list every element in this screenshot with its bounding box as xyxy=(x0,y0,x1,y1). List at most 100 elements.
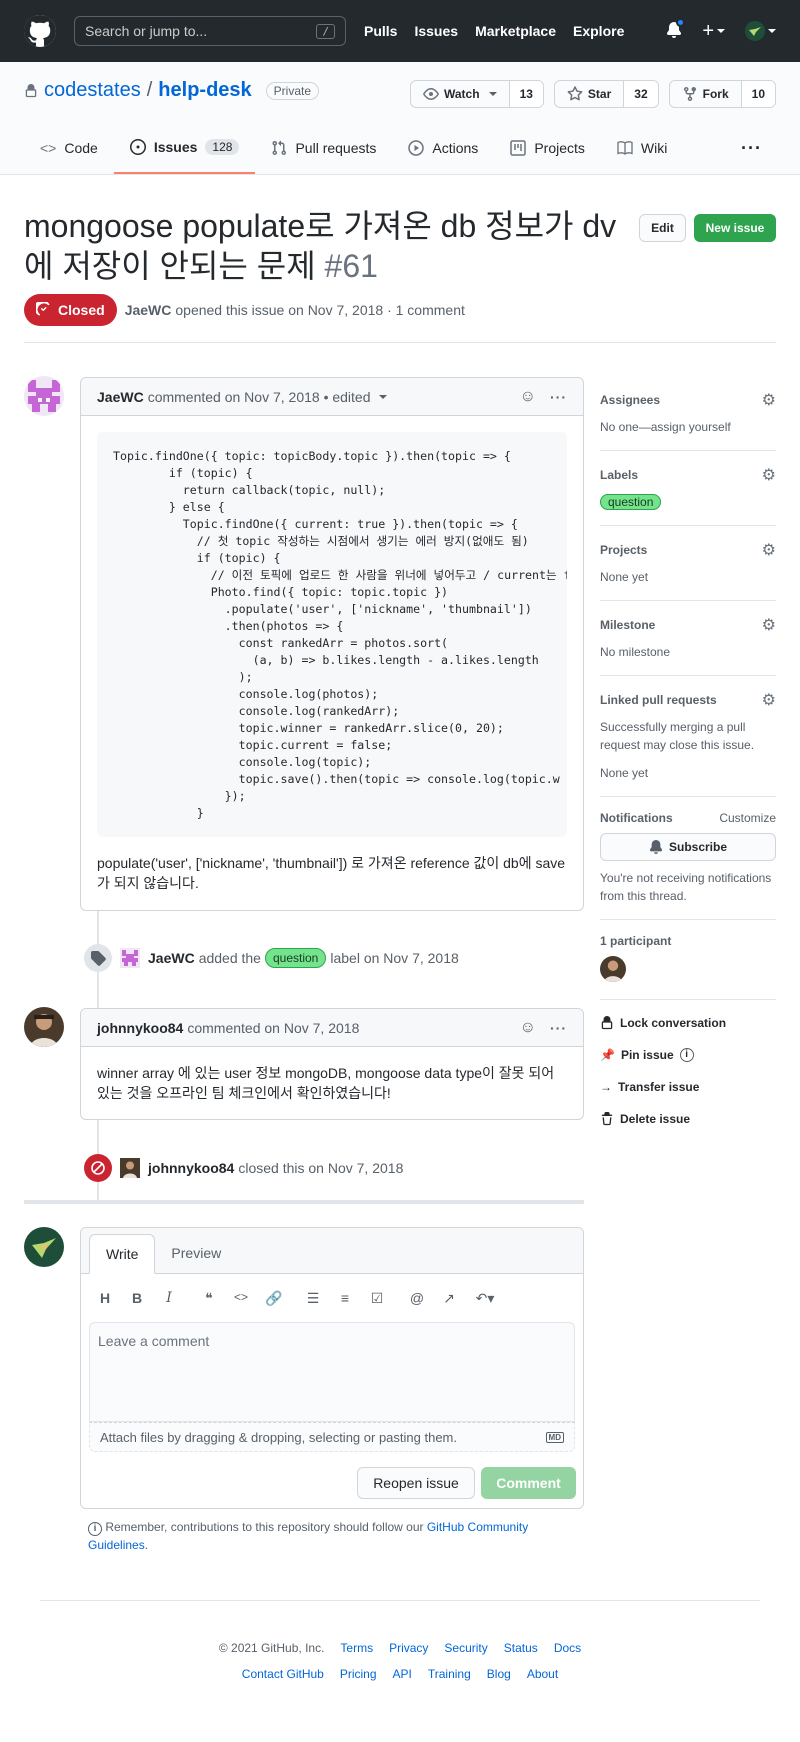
ordered-list-icon[interactable]: ≡ xyxy=(337,1290,353,1307)
footer-link-blog[interactable]: Blog xyxy=(487,1667,511,1681)
label-question[interactable]: question xyxy=(264,948,327,968)
nav-pulls[interactable]: Pulls xyxy=(364,23,397,39)
tab-projects[interactable]: Projects xyxy=(494,122,601,174)
tab-pull-requests[interactable]: Pull requests xyxy=(255,122,392,174)
new-issue-button[interactable]: New issue xyxy=(694,214,776,242)
star-button-group: Star 32 xyxy=(553,80,659,108)
task-list-icon[interactable]: ☑ xyxy=(369,1290,385,1307)
gear-icon[interactable]: ⚙ xyxy=(762,465,776,485)
tab-preview[interactable]: Preview xyxy=(155,1233,237,1273)
quote-icon[interactable]: ❝ xyxy=(201,1290,217,1307)
italic-icon[interactable]: I xyxy=(161,1290,177,1306)
pin-issue-link[interactable]: 📌 Pin issue i xyxy=(600,1048,776,1062)
avatar[interactable] xyxy=(24,376,64,416)
cross-reference-icon[interactable]: ↗ xyxy=(441,1290,457,1307)
saved-replies-icon[interactable]: ↶▾ xyxy=(473,1290,497,1307)
issue-meta: Closed JaeWC opened this issue on Nov 7,… xyxy=(24,294,465,326)
tab-actions[interactable]: Actions xyxy=(392,122,494,174)
mention-icon[interactable]: @ xyxy=(409,1290,425,1307)
comment-textarea[interactable]: Leave a comment xyxy=(89,1322,575,1422)
tab-issues[interactable]: Issues 128 xyxy=(113,122,256,174)
nav-issues[interactable]: Issues xyxy=(414,23,458,39)
comment-author[interactable]: JaeWC xyxy=(97,389,144,405)
footer-link-docs[interactable]: Docs xyxy=(554,1641,581,1655)
smiley-icon[interactable]: ☺ xyxy=(520,1019,536,1037)
nav-explore[interactable]: Explore xyxy=(573,23,624,39)
bold-icon[interactable]: B xyxy=(129,1290,145,1306)
search-placeholder: Search or jump to... xyxy=(85,23,208,39)
event-actor[interactable]: JaeWC xyxy=(148,950,195,966)
milestone-title[interactable]: Milestone xyxy=(600,618,655,632)
gear-icon[interactable]: ⚙ xyxy=(762,690,776,710)
footer-link-api[interactable]: API xyxy=(393,1667,412,1681)
customize-link[interactable]: Customize xyxy=(719,811,776,825)
kebab-icon[interactable]: ··· xyxy=(550,1020,567,1036)
participant-avatar[interactable] xyxy=(600,956,626,982)
lock-conversation-link[interactable]: Lock conversation xyxy=(600,1016,776,1030)
comment-author[interactable]: johnnykoo84 xyxy=(97,1020,183,1036)
issue-author[interactable]: JaeWC xyxy=(125,302,172,318)
transfer-issue-link[interactable]: → Transfer issue xyxy=(600,1080,776,1094)
play-icon xyxy=(408,140,425,156)
repo-name-link[interactable]: help-desk xyxy=(158,79,251,102)
watch-button[interactable]: Watch xyxy=(411,81,510,107)
nav-marketplace[interactable]: Marketplace xyxy=(475,23,556,39)
repo-owner-link[interactable]: codestates xyxy=(44,79,141,102)
contribution-note: i Remember, contributions to this reposi… xyxy=(88,1518,578,1554)
fork-button[interactable]: Fork xyxy=(670,81,742,107)
attach-files-bar[interactable]: Attach files by dragging & dropping, sel… xyxy=(89,1422,575,1452)
linked-prs-title[interactable]: Linked pull requests xyxy=(600,693,717,707)
caret-down-icon[interactable] xyxy=(378,394,387,399)
tab-wiki[interactable]: Wiki xyxy=(601,122,683,174)
avatar[interactable] xyxy=(120,948,140,968)
star-button[interactable]: Star xyxy=(555,81,625,107)
subscribe-button[interactable]: Subscribe xyxy=(600,833,776,861)
fork-count[interactable]: 10 xyxy=(741,81,775,107)
heading-icon[interactable]: H xyxy=(97,1290,113,1306)
footer-link-security[interactable]: Security xyxy=(444,1641,487,1655)
create-new-dropdown[interactable]: + xyxy=(702,21,725,41)
link-icon[interactable]: 🔗 xyxy=(265,1290,282,1307)
search-input[interactable]: Search or jump to... / xyxy=(74,16,346,46)
footer-link-privacy[interactable]: Privacy xyxy=(389,1641,428,1655)
code-icon[interactable]: <> xyxy=(233,1290,249,1307)
smiley-icon[interactable]: ☺ xyxy=(520,388,536,406)
tab-write[interactable]: Write xyxy=(89,1234,156,1274)
avatar[interactable] xyxy=(120,1158,140,1178)
delete-issue-link[interactable]: Delete issue xyxy=(600,1112,776,1126)
issues-count-badge: 128 xyxy=(205,139,240,155)
kebab-icon[interactable]: ··· xyxy=(550,389,567,405)
avatar[interactable] xyxy=(24,1007,64,1047)
more-tabs-kebab-icon[interactable]: ··· xyxy=(741,138,762,159)
reopen-issue-button[interactable]: Reopen issue xyxy=(357,1467,475,1499)
footer-link-contact[interactable]: Contact GitHub xyxy=(242,1667,324,1681)
unordered-list-icon[interactable]: ☰ xyxy=(305,1290,321,1307)
star-count[interactable]: 32 xyxy=(624,81,658,107)
github-logo-icon[interactable] xyxy=(24,15,56,47)
gear-icon[interactable]: ⚙ xyxy=(762,390,776,410)
gear-icon[interactable]: ⚙ xyxy=(762,540,776,560)
comment-button[interactable]: Comment xyxy=(481,1467,576,1499)
projects-title[interactable]: Projects xyxy=(600,543,647,557)
info-icon: i xyxy=(88,1522,102,1536)
tab-code[interactable]: <> Code xyxy=(24,122,114,174)
label-question[interactable]: question xyxy=(600,494,662,510)
event-actor[interactable]: johnnykoo84 xyxy=(148,1160,234,1176)
footer-link-pricing[interactable]: Pricing xyxy=(340,1667,377,1681)
assignees-title[interactable]: Assignees xyxy=(600,393,660,407)
repo-header: codestates / help-desk Private Watch 13 … xyxy=(0,62,800,175)
gear-icon[interactable]: ⚙ xyxy=(762,615,776,635)
markdown-icon[interactable]: MD xyxy=(545,1431,564,1443)
footer-link-training[interactable]: Training xyxy=(428,1667,471,1681)
footer-link-about[interactable]: About xyxy=(527,1667,558,1681)
watch-count[interactable]: 13 xyxy=(509,81,543,107)
avatar[interactable] xyxy=(24,1227,64,1267)
labels-title[interactable]: Labels xyxy=(600,468,638,482)
notifications-bell-icon[interactable] xyxy=(666,17,686,41)
assignees-value[interactable]: No one—assign yourself xyxy=(600,418,776,436)
footer-link-status[interactable]: Status xyxy=(504,1641,538,1655)
user-menu-dropdown[interactable] xyxy=(745,21,776,41)
issue-meta-text: opened this issue on Nov 7, 2018 · 1 com… xyxy=(175,302,465,318)
footer-link-terms[interactable]: Terms xyxy=(340,1641,373,1655)
edit-button[interactable]: Edit xyxy=(639,214,686,242)
